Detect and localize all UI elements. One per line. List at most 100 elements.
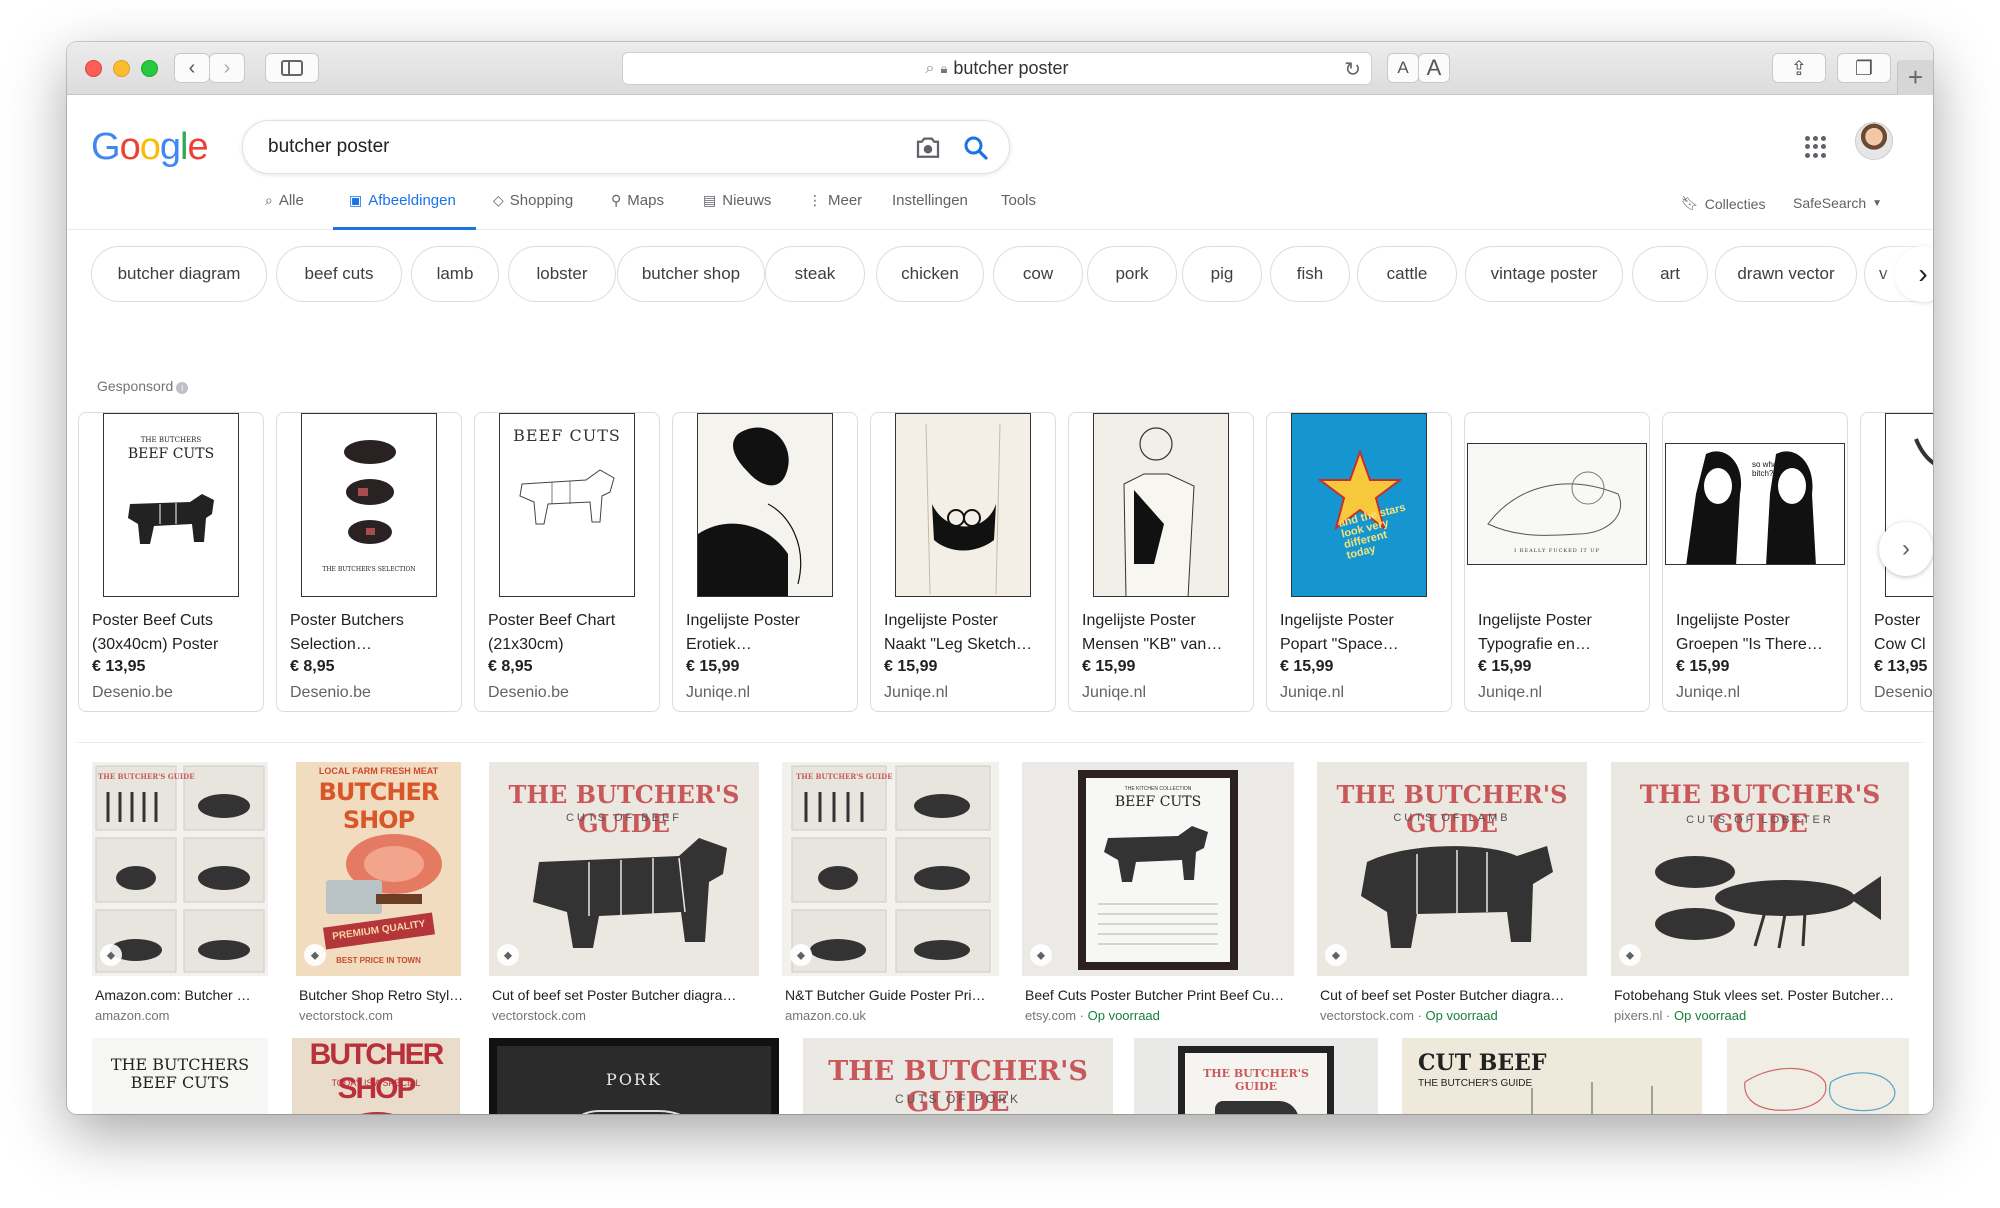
product-card[interactable]: I REALLY FUCKED IT UP Ingelijste Poster T… bbox=[1464, 412, 1650, 712]
image-result[interactable]: THE BUTCHER'S GUIDE CUTS OF LAMB ⬥ Cut o… bbox=[1317, 762, 1587, 1023]
product-card[interactable]: THE BUTCHERS BEEF CUTS Poster Beef Cuts(… bbox=[78, 412, 264, 712]
product-image: and the stars look very different today bbox=[1291, 413, 1427, 597]
chip[interactable]: chicken bbox=[876, 246, 984, 302]
image-result[interactable]: THE BUTCHER'S GUIDE CUTS OF PORK bbox=[803, 1038, 1113, 1114]
image-result[interactable] bbox=[1727, 1038, 1909, 1114]
result-title[interactable]: Fotobehang Stuk vlees set. Poster Butche… bbox=[1614, 987, 1912, 1003]
products-next-button[interactable]: › bbox=[1879, 522, 1933, 576]
close-window-button[interactable] bbox=[85, 60, 102, 77]
result-source: etsy.com · Op voorraad bbox=[1025, 1008, 1160, 1023]
google-logo[interactable]: Google bbox=[91, 126, 209, 169]
chip[interactable]: lamb bbox=[411, 246, 499, 302]
sidebar-icon bbox=[281, 60, 303, 76]
search-box[interactable]: butcher poster bbox=[242, 120, 1010, 174]
poster-caption: I REALLY FUCKED IT UP bbox=[1514, 548, 1600, 554]
search-input[interactable]: butcher poster bbox=[268, 136, 389, 158]
poster-subheading: THE KITCHEN COLLECTION bbox=[1124, 786, 1192, 792]
chip[interactable]: cow bbox=[993, 246, 1083, 302]
result-title[interactable]: Butcher Shop Retro Styl… bbox=[299, 987, 464, 1003]
text-larger-button[interactable]: A bbox=[1418, 53, 1450, 83]
product-shop: Juniqe.nl bbox=[1478, 684, 1543, 701]
product-price: € 15,99 bbox=[1676, 658, 1730, 675]
info-icon[interactable]: i bbox=[176, 382, 189, 394]
product-card[interactable]: THE BUTCHER'S SELECTION Poster Butchers S… bbox=[276, 412, 462, 712]
tab-settings[interactable]: Instellingen bbox=[892, 192, 968, 209]
product-card[interactable]: BEEF CUTS Poster Beef Chart (21x30cm) € 8… bbox=[474, 412, 660, 712]
chevron-right-icon: › bbox=[1918, 258, 1928, 289]
product-card[interactable]: Ingelijste Poster Naakt "Leg Sketch… € 15… bbox=[870, 412, 1056, 712]
tab-tools[interactable]: Tools bbox=[1001, 192, 1036, 209]
image-result[interactable]: THE BUTCHER'S GUIDE CUTS OF BEEF ⬥ Cut o… bbox=[489, 762, 759, 1023]
image-result[interactable]: THE BUTCHER'S GUIDE ⬥ N&T Butcher Guide … bbox=[782, 762, 999, 1023]
text-smaller-button[interactable]: A bbox=[1387, 53, 1419, 83]
section-divider bbox=[77, 742, 1923, 743]
back-button[interactable]: ‹ bbox=[174, 53, 210, 83]
result-title[interactable]: Cut of beef set Poster Butcher diagra… bbox=[1320, 987, 1590, 1003]
search-icon: ⌕ bbox=[265, 192, 273, 208]
chip[interactable]: fish bbox=[1270, 246, 1350, 302]
image-result[interactable]: THE BUTCHERS BEEF CUTS bbox=[92, 1038, 268, 1114]
tab-label: Alle bbox=[278, 192, 304, 209]
product-price: € 8,95 bbox=[290, 658, 335, 675]
chip[interactable]: cattle bbox=[1357, 246, 1457, 302]
result-title[interactable]: Beef Cuts Poster Butcher Print Beef Cu… bbox=[1025, 987, 1297, 1003]
chip[interactable]: art bbox=[1632, 246, 1708, 302]
product-card[interactable]: so what, bitch? Ingelijste Poster Groepen… bbox=[1662, 412, 1848, 712]
chip[interactable]: vintage poster bbox=[1465, 246, 1623, 302]
new-tab-button[interactable]: + bbox=[1897, 60, 1933, 95]
product-card[interactable]: Ingelijste Poster Erotiek… € 15,99 Juniqe… bbox=[672, 412, 858, 712]
chevron-left-icon: ‹ bbox=[188, 56, 196, 79]
chip[interactable]: drawn vector bbox=[1715, 246, 1857, 302]
result-source: pixers.nl · Op voorraad bbox=[1614, 1008, 1747, 1023]
image-result[interactable]: PORK bbox=[489, 1038, 779, 1114]
tab-maps[interactable]: ⚲ Maps bbox=[611, 192, 664, 209]
chip[interactable]: lobster bbox=[508, 246, 616, 302]
chip[interactable]: butcher shop bbox=[617, 246, 765, 302]
safesearch-dropdown[interactable]: SafeSearch ▼ bbox=[1793, 195, 1882, 211]
poster-heading: THE BUTCHER'S SELECTION bbox=[322, 566, 416, 573]
tab-more[interactable]: ⋮ Meer bbox=[808, 192, 862, 209]
search-icon: ⌕ bbox=[925, 59, 935, 77]
image-result[interactable]: BUTCHER SHOP TODAY IS A SPECIAL bbox=[292, 1038, 460, 1114]
product-card[interactable]: and the stars look very different today … bbox=[1266, 412, 1452, 712]
image-result[interactable]: LOCAL FARM FRESH MEAT BUTCHER SHOP PREMI… bbox=[296, 762, 463, 1023]
sidebar-button[interactable] bbox=[265, 53, 319, 83]
poster-heading: THE BUTCHERS BEEF CUTS bbox=[110, 1055, 250, 1092]
image-result[interactable]: THE BUTCHER'S GUIDE bbox=[1134, 1038, 1378, 1114]
result-title[interactable]: Amazon.com: Butcher … bbox=[95, 987, 271, 1003]
result-title[interactable]: Cut of beef set Poster Butcher diagra… bbox=[492, 987, 762, 1003]
image-result[interactable]: THE BUTCHER'S GUIDE ⬥ Amazon.com: Butche… bbox=[92, 762, 268, 1023]
cow-silhouette bbox=[1215, 1101, 1299, 1114]
product-card[interactable]: Ingelijste Poster Mensen "KB" van… € 15,9… bbox=[1068, 412, 1254, 712]
reload-icon[interactable]: ↻ bbox=[1344, 57, 1361, 82]
tab-shopping[interactable]: ◇ Shopping bbox=[493, 192, 573, 209]
chip[interactable]: pig bbox=[1182, 246, 1262, 302]
tab-all[interactable]: ⌕ Alle bbox=[265, 192, 304, 209]
result-image: LOCAL FARM FRESH MEAT BUTCHER SHOP PREMI… bbox=[296, 762, 461, 976]
share-button[interactable]: ⇪ bbox=[1772, 53, 1826, 83]
tab-news[interactable]: ▤ Nieuws bbox=[703, 192, 771, 209]
minimize-window-button[interactable] bbox=[113, 60, 130, 77]
chip[interactable]: beef cuts bbox=[276, 246, 402, 302]
camera-icon[interactable] bbox=[913, 133, 943, 163]
tabs-overview-button[interactable]: ❐ bbox=[1837, 53, 1891, 83]
image-result[interactable]: THE KITCHEN COLLECTION BEEF CUTS ⬥ Beef … bbox=[1022, 762, 1294, 1023]
apps-grid-icon[interactable] bbox=[1805, 136, 1827, 158]
image-result[interactable]: THE BUTCHER'S GUIDE CUTS OF LOBSTER ⬥ Fo… bbox=[1611, 762, 1909, 1023]
lamb-diagram-illustration bbox=[1361, 846, 1553, 948]
chip[interactable]: butcher diagram bbox=[91, 246, 267, 302]
poster-speech: so what, bitch? bbox=[1752, 460, 1782, 478]
forward-button[interactable]: › bbox=[209, 53, 245, 83]
search-icon[interactable] bbox=[961, 133, 991, 163]
account-avatar[interactable] bbox=[1855, 122, 1893, 160]
collections-link[interactable]: 🔖︎ Collecties bbox=[1681, 195, 1765, 212]
chip[interactable]: steak bbox=[765, 246, 865, 302]
tab-images[interactable]: ▣ Afbeeldingen bbox=[349, 192, 456, 209]
zoom-window-button[interactable] bbox=[141, 60, 158, 77]
result-title[interactable]: N&T Butcher Guide Poster Pri… bbox=[785, 987, 1002, 1003]
address-bar[interactable]: ⌕ 🔒︎ butcher poster ↻ bbox=[622, 52, 1372, 85]
chip[interactable]: pork bbox=[1087, 246, 1177, 302]
image-result[interactable]: CUT BEEF THE BUTCHER'S GUIDE bbox=[1402, 1038, 1702, 1114]
pin-icon: ⚲ bbox=[611, 192, 622, 208]
tag-icon: ⬥ bbox=[1030, 944, 1052, 966]
